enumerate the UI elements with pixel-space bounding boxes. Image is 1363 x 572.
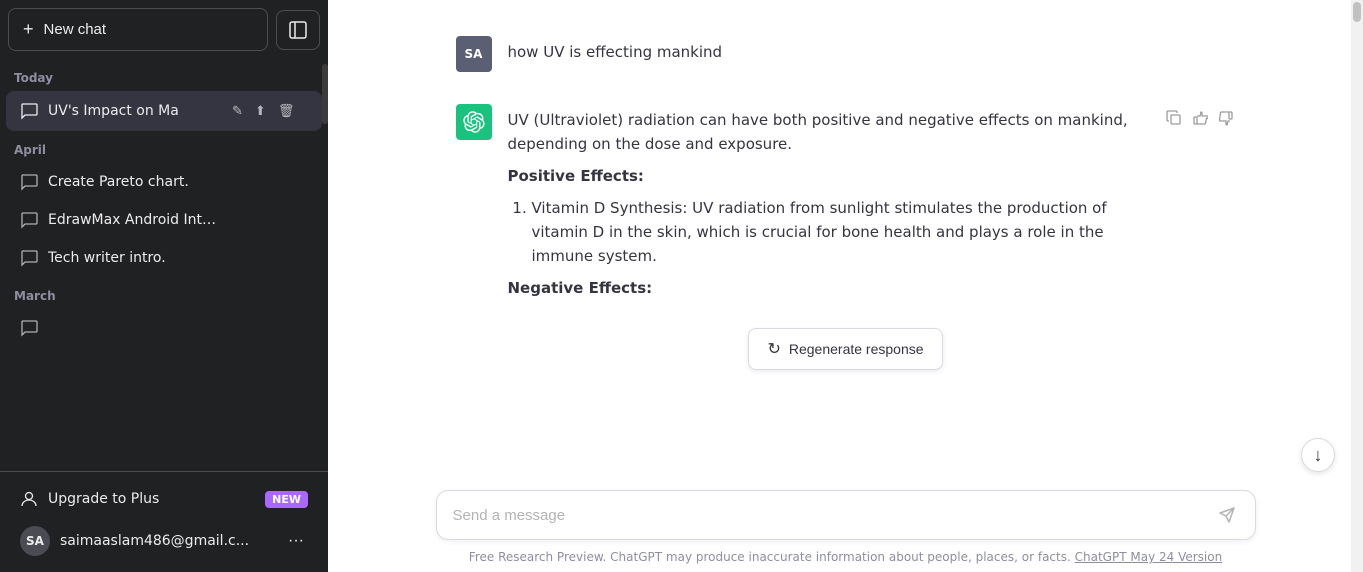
regenerate-bar: ↻ Regenerate response — [328, 320, 1363, 372]
chat-bubble-icon — [20, 102, 38, 120]
regenerate-button[interactable]: ↻ Regenerate response — [748, 328, 942, 370]
disclaimer: Free Research Preview. ChatGPT may produ… — [449, 544, 1242, 572]
send-icon — [1219, 507, 1235, 523]
chat-item-edrawmax[interactable]: EdrawMax Android Interface — [6, 201, 322, 239]
delete-chat-button[interactable]: 🗑 — [274, 101, 299, 121]
assistant-message-row: UV (Ultraviolet) radiation can have both… — [396, 88, 1296, 320]
share-chat-button[interactable]: ⬆ — [251, 101, 270, 121]
upgrade-label: Upgrade to Plus — [48, 491, 159, 507]
chevron-down-icon: ↓ — [1314, 446, 1323, 464]
section-march: March — [0, 277, 328, 309]
user-email: saimaaslam486@gmail.c... — [60, 533, 274, 549]
message-input-container — [436, 490, 1256, 540]
avatar: SA — [20, 526, 50, 556]
upgrade-to-plus-button[interactable]: Upgrade to Plus NEW — [8, 480, 320, 518]
disclaimer-text: Free Research Preview. ChatGPT may produ… — [469, 550, 1071, 564]
copy-button[interactable] — [1164, 108, 1184, 133]
scroll-to-bottom-button[interactable]: ↓ — [1301, 438, 1335, 472]
chat-item-label: Tech writer intro. — [48, 250, 218, 266]
new-chat-label: New chat — [44, 21, 107, 38]
chat-bubble-icon — [20, 173, 38, 191]
user-avatar-initials: SA — [465, 47, 483, 61]
thumbs-up-button[interactable] — [1190, 108, 1210, 133]
plus-icon: + — [23, 19, 34, 40]
user-message-content: how UV is effecting mankind — [508, 36, 1236, 64]
sidebar: + New chat Today UV's Impact on Ma ✎ ⬆ 🗑 — [0, 0, 328, 572]
openai-icon — [463, 111, 485, 133]
section-today: Today — [0, 59, 328, 91]
chat-item-actions: ✎ ⬆ 🗑 — [228, 101, 298, 121]
section-april: April — [0, 131, 328, 163]
positive-title: Positive Effects: — [508, 164, 1148, 188]
user-message-text: how UV is effecting mankind — [508, 43, 723, 61]
chat-item-pareto[interactable]: Create Pareto chart. — [6, 163, 322, 201]
chat-item-label: Create Pareto chart. — [48, 174, 218, 190]
disclaimer-link[interactable]: ChatGPT May 24 Version — [1075, 550, 1223, 564]
chat-item-label: EdrawMax Android Interface — [48, 212, 218, 228]
scrollbar-thumb — [1353, 2, 1361, 22]
copy-icon — [1166, 110, 1182, 126]
regenerate-label: Regenerate response — [789, 341, 924, 357]
user-menu-button[interactable]: ··· — [284, 532, 308, 550]
positive-effects-list: Vitamin D Synthesis: UV radiation from s… — [508, 196, 1148, 268]
user-avatar: SA — [456, 36, 492, 72]
edit-chat-button[interactable]: ✎ — [228, 101, 247, 121]
chat-item-tech-writer[interactable]: Tech writer intro. — [6, 239, 322, 277]
assistant-intro: UV (Ultraviolet) radiation can have both… — [508, 108, 1148, 156]
user-row[interactable]: SA saimaaslam486@gmail.c... ··· — [8, 518, 320, 564]
new-badge: NEW — [265, 491, 308, 508]
user-message-row: SA how UV is effecting mankind — [396, 20, 1296, 88]
thumbs-up-icon — [1192, 110, 1208, 126]
message-actions — [1164, 104, 1236, 133]
input-area — [328, 482, 1363, 544]
chat-item-march[interactable] — [6, 309, 322, 347]
sidebar-top: + New chat — [0, 0, 328, 59]
assistant-avatar — [456, 104, 492, 140]
main-chat-area: SA how UV is effecting mankind UV (Ultra… — [328, 0, 1363, 572]
thumbs-down-button[interactable] — [1216, 108, 1236, 133]
chat-bubble-icon — [20, 319, 38, 337]
chat-messages[interactable]: SA how UV is effecting mankind UV (Ultra… — [328, 0, 1363, 482]
thumbs-down-icon — [1218, 110, 1234, 126]
person-icon — [20, 490, 38, 508]
chat-item-uv-impact[interactable]: UV's Impact on Ma ✎ ⬆ 🗑 — [6, 91, 322, 131]
new-chat-button[interactable]: + New chat — [8, 8, 268, 51]
negative-title: Negative Effects: — [508, 276, 1148, 300]
sidebar-toggle-button[interactable] — [276, 10, 320, 50]
chat-bubble-icon — [20, 249, 38, 267]
assistant-message-content: UV (Ultraviolet) radiation can have both… — [508, 104, 1148, 304]
sidebar-bottom: Upgrade to Plus NEW SA saimaaslam486@gma… — [0, 471, 328, 572]
layout-icon — [289, 21, 307, 39]
message-input[interactable] — [453, 503, 1215, 527]
chat-item-label: UV's Impact on Ma — [48, 103, 218, 119]
regenerate-icon: ↻ — [767, 339, 780, 359]
list-item: Vitamin D Synthesis: UV radiation from s… — [532, 196, 1148, 268]
send-button[interactable] — [1215, 507, 1239, 523]
chat-bubble-icon — [20, 211, 38, 229]
right-scrollbar[interactable] — [1351, 0, 1363, 572]
